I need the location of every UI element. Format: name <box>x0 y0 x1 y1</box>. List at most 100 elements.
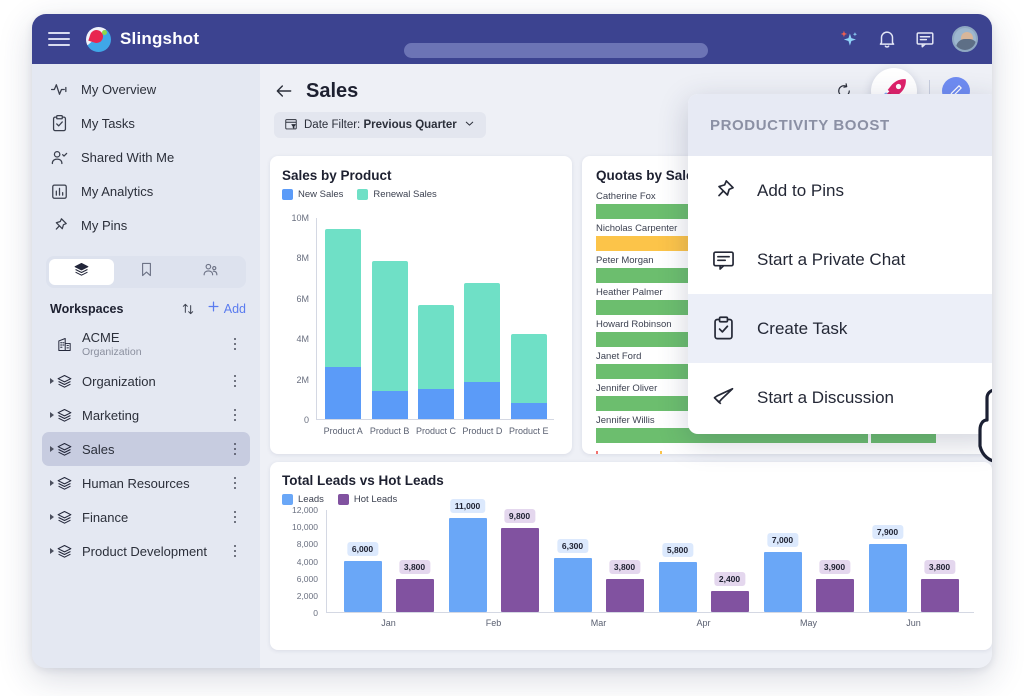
back-arrow-icon[interactable] <box>274 81 294 101</box>
workspace-menu-button[interactable] <box>228 408 242 422</box>
bar-leads: 7,900 <box>868 525 907 612</box>
workspace-menu-button[interactable] <box>228 544 242 558</box>
tab-workspaces[interactable] <box>49 259 114 285</box>
bar-product-e <box>510 333 547 419</box>
workspace-item-organization[interactable]: Organization <box>42 364 250 398</box>
date-filter-dropdown[interactable]: Date Filter: Previous Quarter <box>274 112 486 138</box>
workspace-menu-button[interactable] <box>228 337 242 351</box>
workspace-label: Organization <box>82 373 156 389</box>
workspace-list: ACME Organization Organization Marketing… <box>32 324 260 568</box>
layers-icon <box>56 441 73 458</box>
legend-item-new-sales: New Sales <box>282 189 343 200</box>
menu-item-start-a-private-chat[interactable]: Start a Private Chat <box>688 225 992 294</box>
chevron-right-icon[interactable] <box>50 378 54 384</box>
app-window: Slingshot My Overview My Tasks Shared Wi… <box>32 14 992 668</box>
add-workspace-button[interactable]: Add <box>206 299 246 319</box>
workspace-menu-button[interactable] <box>228 442 242 456</box>
quota-marker-80: 80.00% <box>596 451 634 454</box>
workspace-item-finance[interactable]: Finance <box>42 500 250 534</box>
calendar-filter-icon <box>284 117 298 134</box>
bar-leads: 11,000 <box>448 498 487 612</box>
bar-group-mar: 6,300 3,800 <box>553 538 644 612</box>
y-tick: 8M <box>296 253 309 264</box>
pin-icon <box>710 177 737 204</box>
x-tick: May <box>799 618 817 628</box>
workspace-item-sales[interactable]: Sales <box>42 432 250 466</box>
chart-bars <box>320 218 552 419</box>
menu-item-label: Create Task <box>757 318 848 338</box>
bar-data-label: 6,300 <box>556 538 589 553</box>
bar-group-jan: 6,000 3,800 <box>343 541 434 612</box>
menu-item-start-a-discussion[interactable]: Start a Discussion <box>688 363 992 432</box>
sidebar-item-shared-with-me[interactable]: Shared With Me <box>32 140 260 174</box>
chevron-right-icon[interactable] <box>50 412 54 418</box>
bar-segment-renewal <box>417 305 454 389</box>
bar-leads: 5,800 <box>658 543 697 612</box>
legend-swatch <box>282 189 293 200</box>
y-tick: 2M <box>296 374 309 385</box>
tab-bookmarks[interactable] <box>114 259 179 285</box>
legend-label: Leads <box>298 494 324 505</box>
bar-segment-new <box>325 366 362 419</box>
bar-segment-new <box>464 381 501 419</box>
sparkle-icon[interactable] <box>838 28 860 50</box>
x-tick: Product E <box>508 426 549 436</box>
marker-line <box>596 451 598 454</box>
sidebar-item-label: My Analytics <box>81 183 154 199</box>
bar-group-may: 7,000 3,900 <box>763 532 854 612</box>
sidebar-item-my-tasks[interactable]: My Tasks <box>32 106 260 140</box>
chevron-right-icon[interactable] <box>50 514 54 520</box>
menu-item-create-task[interactable]: Create Task <box>688 294 992 363</box>
bar-data-label: 7,000 <box>766 532 799 547</box>
hamburger-icon[interactable] <box>48 28 70 50</box>
productivity-boost-menu: PRODUCTIVITY BOOST Add to Pins Start a P… <box>688 94 992 434</box>
tab-people[interactable] <box>178 259 243 285</box>
people-icon <box>202 261 219 283</box>
chart-legend: New Sales Renewal Sales <box>282 189 560 200</box>
legend-label: Renewal Sales <box>373 189 437 200</box>
x-tick: Jan <box>381 618 396 628</box>
workspace-item-human-resources[interactable]: Human Resources <box>42 466 250 500</box>
workspace-menu-button[interactable] <box>228 374 242 388</box>
sidebar-item-my-analytics[interactable]: My Analytics <box>32 174 260 208</box>
workspace-item-acme[interactable]: ACME Organization <box>42 324 250 364</box>
search-input[interactable] <box>404 43 708 58</box>
bar-segment-renewal <box>325 229 362 367</box>
workspace-menu-button[interactable] <box>228 510 242 524</box>
workspace-menu-button[interactable] <box>228 476 242 490</box>
workspace-item-product-development[interactable]: Product Development <box>42 534 250 568</box>
date-filter-label: Date Filter: Previous Quarter <box>304 119 457 131</box>
y-axis <box>316 218 317 420</box>
workspace-item-marketing[interactable]: Marketing <box>42 398 250 432</box>
workspace-label: Finance <box>82 509 129 525</box>
legend-swatch <box>282 494 293 505</box>
person-check-icon <box>50 148 69 167</box>
sort-arrows-icon[interactable] <box>180 301 196 317</box>
y-tick: 0 <box>313 608 318 618</box>
sidebar-item-my-overview[interactable]: My Overview <box>32 72 260 106</box>
chevron-right-icon[interactable] <box>50 548 54 554</box>
chevron-right-icon[interactable] <box>50 480 54 486</box>
bar-segment-renewal <box>464 283 501 382</box>
bar-hot-leads: 3,800 <box>605 560 644 612</box>
layers-icon <box>56 543 73 560</box>
x-tick: Product C <box>415 426 456 436</box>
sidebar-item-my-pins[interactable]: My Pins <box>32 208 260 242</box>
bell-icon[interactable] <box>876 28 898 50</box>
chevron-right-icon[interactable] <box>50 446 54 452</box>
avatar[interactable] <box>952 26 978 52</box>
clipboard-check-icon <box>710 315 737 342</box>
top-bar: Slingshot <box>32 14 992 64</box>
brand[interactable]: Slingshot <box>86 26 199 52</box>
card-total-leads-vs-hot-leads: Total Leads vs Hot Leads Leads Hot Leads… <box>270 462 992 650</box>
bar-hot-leads: 2,400 <box>710 572 749 612</box>
menu-item-label: Start a Private Chat <box>757 249 906 269</box>
menu-item-add-to-pins[interactable]: Add to Pins <box>688 156 992 225</box>
bar-segment-new <box>371 390 408 419</box>
sidebar-tabstrip <box>46 256 246 288</box>
sidebar-item-label: My Overview <box>81 81 157 97</box>
marker-label: 80.00% <box>603 453 634 455</box>
chat-icon[interactable] <box>914 28 936 50</box>
legend-label: Hot Leads <box>353 494 398 505</box>
building-icon <box>56 336 73 353</box>
